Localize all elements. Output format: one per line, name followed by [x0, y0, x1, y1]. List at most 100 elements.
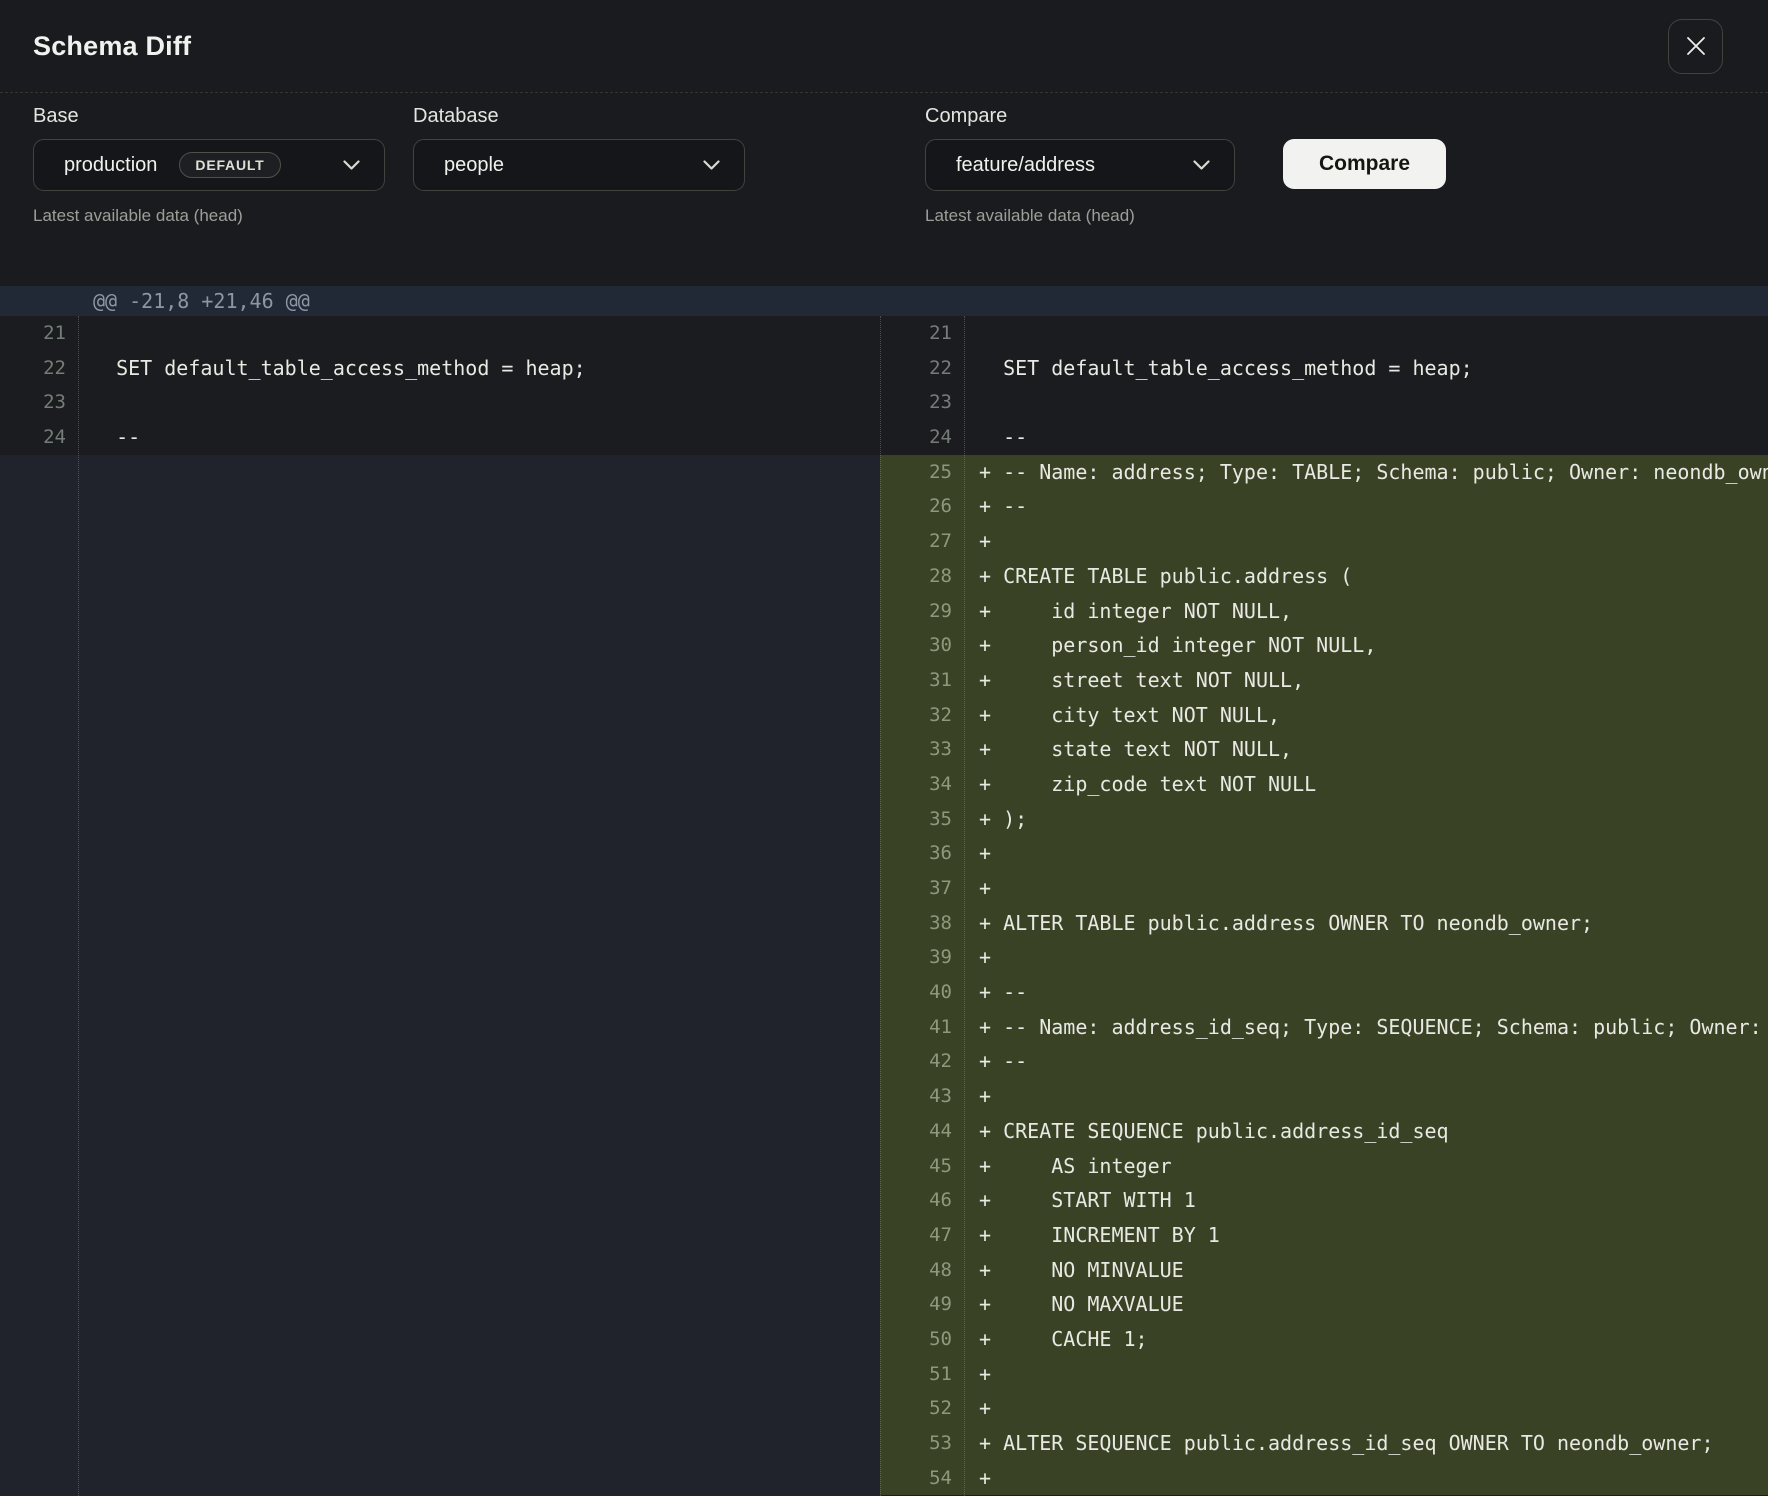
diff-line: 28 + CREATE TABLE public.address (	[880, 559, 1768, 594]
diff-line: 35 + );	[880, 802, 1768, 837]
line-content: +	[964, 1461, 1768, 1496]
line-content: + street text NOT NULL,	[964, 663, 1768, 698]
line-number: 24	[0, 420, 78, 455]
line-number: 31	[880, 663, 964, 698]
line-content: + -- Name: address_id_seq; Type: SEQUENC…	[964, 1010, 1768, 1045]
base-caption: Latest available data (head)	[33, 206, 385, 226]
line-number: 53	[880, 1426, 964, 1461]
default-badge: DEFAULT	[179, 152, 280, 178]
diff-line: 53 + ALTER SEQUENCE public.address_id_se…	[880, 1426, 1768, 1461]
diff-pane-compare: 21 22 SET default_table_access_method = …	[880, 316, 1768, 1496]
line-content: +	[964, 524, 1768, 559]
line-content: + --	[964, 1044, 1768, 1079]
compare-branch-value: feature/address	[956, 154, 1095, 177]
database-column: Database people	[413, 105, 745, 191]
chevron-down-icon	[703, 160, 720, 170]
line-number: 35	[880, 802, 964, 837]
line-content	[78, 385, 880, 420]
diff-line: 23	[0, 385, 880, 420]
diff-line: 49 + NO MAXVALUE	[880, 1287, 1768, 1322]
schema-diff-viewer: @@ -21,8 +21,46 @@ 21 22 SET default_tab…	[0, 286, 1768, 1496]
empty-filler	[0, 455, 880, 1496]
line-content: +	[964, 1391, 1768, 1426]
line-number: 43	[880, 1079, 964, 1114]
line-content: + CREATE TABLE public.address (	[964, 559, 1768, 594]
diff-line: 24 --	[0, 420, 880, 455]
compare-button[interactable]: Compare	[1283, 139, 1446, 189]
line-number: 37	[880, 871, 964, 906]
close-button[interactable]	[1668, 19, 1723, 74]
line-content: + NO MINVALUE	[964, 1253, 1768, 1288]
diff-body[interactable]: 21 22 SET default_table_access_method = …	[0, 316, 1768, 1496]
diff-line: 48 + NO MINVALUE	[880, 1253, 1768, 1288]
diff-line: 29 + id integer NOT NULL,	[880, 594, 1768, 629]
line-content	[78, 316, 880, 351]
diff-line: 52 +	[880, 1391, 1768, 1426]
line-number: 21	[880, 316, 964, 351]
base-branch-select[interactable]: production DEFAULT	[33, 139, 385, 191]
line-content: + ALTER SEQUENCE public.address_id_seq O…	[964, 1426, 1768, 1461]
line-number: 33	[880, 732, 964, 767]
diff-line: 50 + CACHE 1;	[880, 1322, 1768, 1357]
line-number: 42	[880, 1044, 964, 1079]
line-content: + AS integer	[964, 1149, 1768, 1184]
pane-divider	[880, 316, 881, 1496]
line-content: + NO MAXVALUE	[964, 1287, 1768, 1322]
diff-line: 45 + AS integer	[880, 1149, 1768, 1184]
line-number: 41	[880, 1010, 964, 1045]
line-number: 22	[880, 351, 964, 386]
diff-line: 26 + --	[880, 489, 1768, 524]
line-number: 21	[0, 316, 78, 351]
compare-column: Compare feature/address Latest available…	[925, 105, 1235, 226]
line-content: + CREATE SEQUENCE public.address_id_seq	[964, 1114, 1768, 1149]
compare-branch-select[interactable]: feature/address	[925, 139, 1235, 191]
line-content	[964, 385, 1768, 420]
diff-line: 54 +	[880, 1461, 1768, 1496]
database-select[interactable]: people	[413, 139, 745, 191]
line-number: 44	[880, 1114, 964, 1149]
chevron-down-icon	[343, 160, 360, 170]
line-number: 38	[880, 906, 964, 941]
diff-line: 42 + --	[880, 1044, 1768, 1079]
line-number: 48	[880, 1253, 964, 1288]
line-content: + );	[964, 802, 1768, 837]
line-content: + --	[964, 489, 1768, 524]
line-content: + -- Name: address; Type: TABLE; Schema:…	[964, 455, 1768, 490]
compare-caption: Latest available data (head)	[925, 206, 1235, 226]
line-number: 23	[0, 385, 78, 420]
line-number: 29	[880, 594, 964, 629]
right-gutter-divider	[964, 316, 965, 1496]
base-branch-value: production	[64, 154, 157, 177]
diff-line: 25 + -- Name: address; Type: TABLE; Sche…	[880, 455, 1768, 490]
diff-line: 22 SET default_table_access_method = hea…	[0, 351, 880, 386]
line-number: 46	[880, 1183, 964, 1218]
line-number: 45	[880, 1149, 964, 1184]
base-column: Base production DEFAULT Latest available…	[33, 105, 385, 226]
line-number: 52	[880, 1391, 964, 1426]
line-content: + id integer NOT NULL,	[964, 594, 1768, 629]
line-number: 24	[880, 420, 964, 455]
line-number: 22	[0, 351, 78, 386]
line-number: 27	[880, 524, 964, 559]
diff-line: 38 + ALTER TABLE public.address OWNER TO…	[880, 906, 1768, 941]
line-content: + ALTER TABLE public.address OWNER TO ne…	[964, 906, 1768, 941]
diff-line: 46 + START WITH 1	[880, 1183, 1768, 1218]
line-content: +	[964, 1357, 1768, 1392]
line-content: +	[964, 940, 1768, 975]
compare-action-column: Compare	[1283, 105, 1446, 189]
diff-line: 37 +	[880, 871, 1768, 906]
diff-line: 21	[0, 316, 880, 351]
line-content: SET default_table_access_method = heap;	[964, 351, 1768, 386]
diff-line: 47 + INCREMENT BY 1	[880, 1218, 1768, 1253]
line-content: + CACHE 1;	[964, 1322, 1768, 1357]
line-number: 51	[880, 1357, 964, 1392]
diff-line: 22 SET default_table_access_method = hea…	[880, 351, 1768, 386]
diff-line: 41 + -- Name: address_id_seq; Type: SEQU…	[880, 1010, 1768, 1045]
diff-line: 39 +	[880, 940, 1768, 975]
line-number: 30	[880, 628, 964, 663]
line-number: 28	[880, 559, 964, 594]
line-number: 23	[880, 385, 964, 420]
line-number: 40	[880, 975, 964, 1010]
line-number: 36	[880, 836, 964, 871]
line-content: + INCREMENT BY 1	[964, 1218, 1768, 1253]
